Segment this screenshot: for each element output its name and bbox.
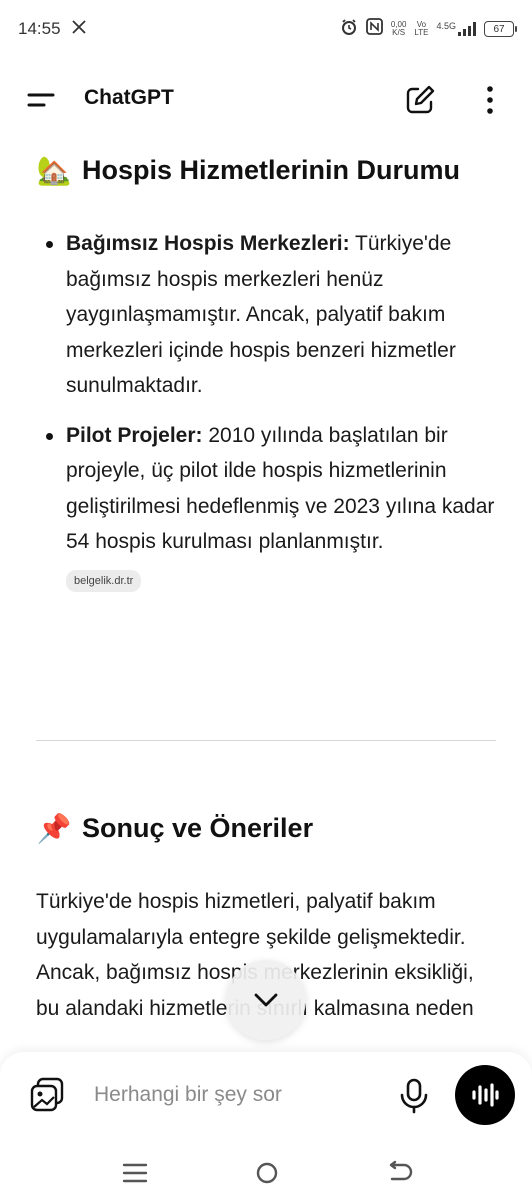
source-chip[interactable]: belgelik.dr.tr [66, 569, 142, 592]
bullet-list: Bağımsız Hospis Merkezleri: Türkiye'de b… [46, 226, 506, 609]
bullet-text: Türkiye'de bağımsız hospis merkezleri he… [66, 232, 456, 397]
scroll-down-button[interactable] [226, 960, 306, 1040]
status-time: 14:55 [18, 19, 61, 38]
bullet-title: Bağımsız Hospis Merkezleri: [66, 232, 350, 255]
voice-mode-icon[interactable] [455, 1065, 515, 1125]
volte-indicator: Vo LTE [414, 21, 428, 37]
chevron-down-icon [254, 993, 278, 1007]
recent-apps-icon[interactable] [120, 1160, 150, 1186]
net-speed-unit: K/S [392, 28, 406, 37]
chat-content: 🏡 Hospis Hizmetlerinin Durumu Bağımsız H… [0, 148, 532, 1058]
app-header: ChatGPT [0, 72, 532, 128]
prompt-input[interactable] [94, 1080, 374, 1110]
alarm-icon [340, 18, 358, 41]
network-type: 4.5G [436, 21, 456, 31]
menu-icon[interactable] [26, 86, 58, 114]
composer [0, 1052, 532, 1148]
microphone-icon[interactable] [396, 1076, 432, 1116]
list-item: Bağımsız Hospis Merkezleri: Türkiye'de b… [46, 226, 506, 404]
x-logo-icon [71, 19, 87, 40]
pushpin-icon: 📌 [36, 813, 72, 844]
section-heading-text: Hospis Hizmetlerinin Durumu [82, 155, 461, 185]
divider [36, 740, 496, 741]
battery-icon: 67 [484, 21, 517, 37]
app-title[interactable]: ChatGPT [84, 86, 174, 110]
home-icon[interactable] [252, 1160, 282, 1186]
section-heading-text: Sonuç ve Öneriler [82, 813, 314, 843]
net-speed: 0,00 K/S [391, 21, 407, 37]
system-nav-bar [0, 1148, 532, 1200]
section-heading-hospis: 🏡 Hospis Hizmetlerinin Durumu [36, 154, 460, 187]
signal-indicator: 4.5G [436, 22, 476, 36]
volte-bottom: LTE [414, 28, 429, 37]
signal-bars-icon [458, 22, 476, 36]
battery-level: 67 [493, 23, 505, 35]
nfc-icon [365, 18, 383, 40]
status-bar: 14:55 0,00 K/S Vo LTE 4.5G 67 [0, 0, 532, 58]
house-icon: 🏡 [36, 155, 72, 186]
section-heading-sonuc: 📌 Sonuç ve Öneriler [36, 812, 314, 845]
new-chat-icon[interactable] [404, 84, 436, 116]
image-attach-icon[interactable] [28, 1076, 66, 1114]
more-vertical-icon[interactable] [476, 84, 504, 116]
back-icon[interactable] [384, 1160, 414, 1186]
list-item: Pilot Projeler: 2010 yılında başlatılan … [46, 418, 506, 596]
bullet-title: Pilot Projeler: [66, 423, 203, 447]
